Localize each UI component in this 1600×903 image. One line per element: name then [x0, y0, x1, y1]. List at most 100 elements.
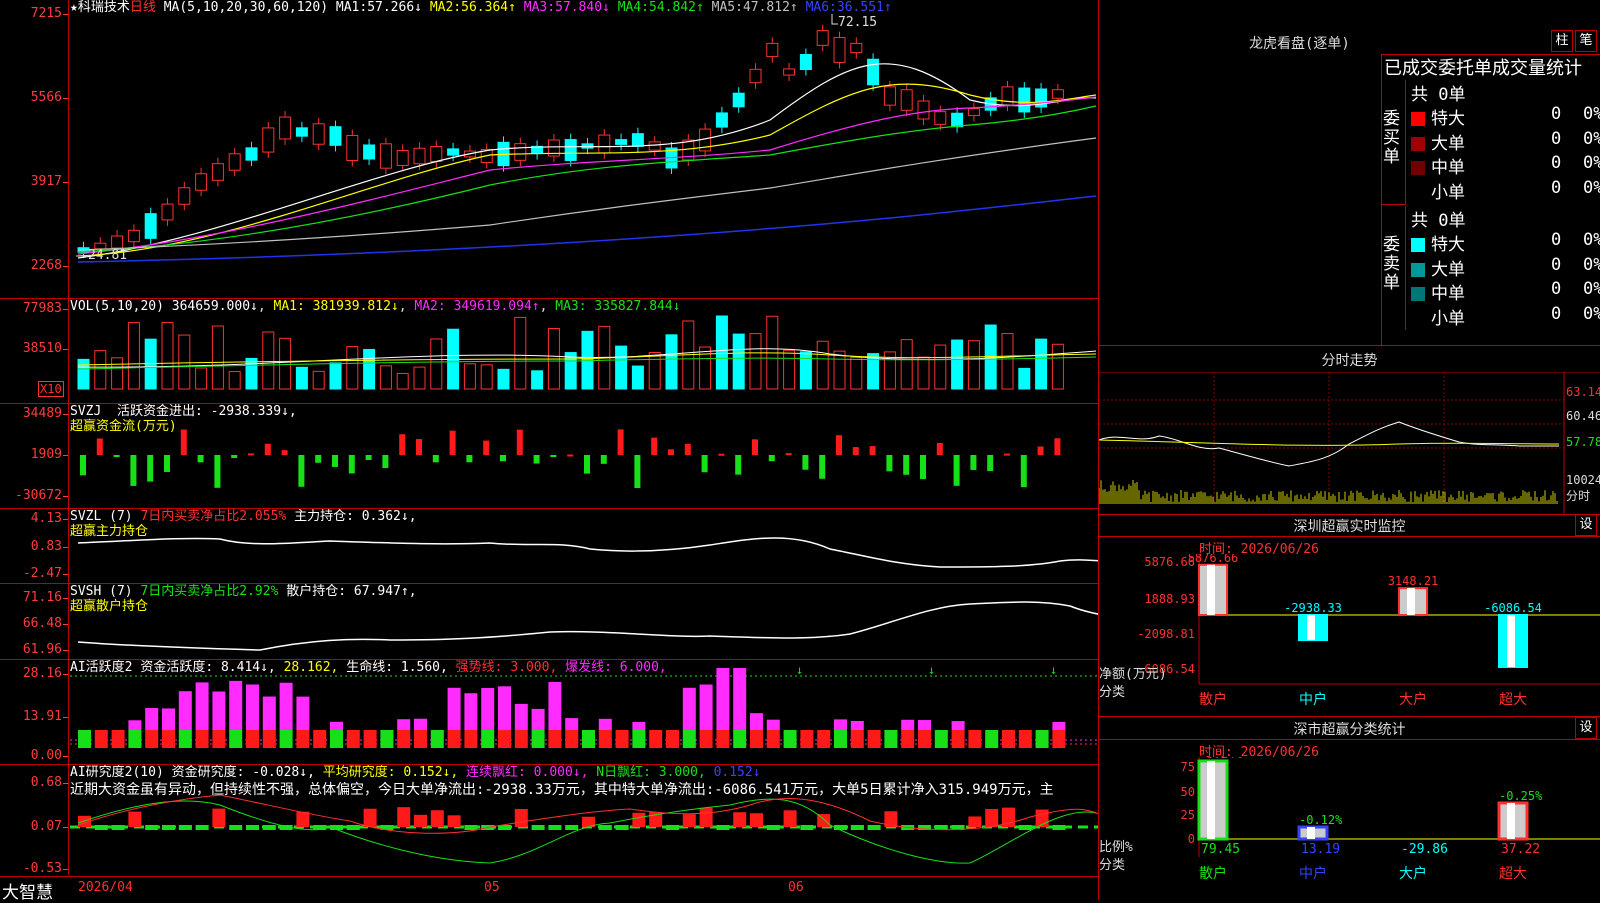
- candle: [732, 92, 745, 108]
- category-label: 大户: [1399, 691, 1427, 708]
- money-flow-bar: [785, 453, 792, 456]
- activity-base-bar: [363, 730, 377, 748]
- research-bar: [212, 808, 226, 827]
- high-price-mark: 72.15: [838, 15, 877, 30]
- bar-view-button[interactable]: 柱: [1551, 30, 1573, 52]
- research-bar: [716, 825, 730, 830]
- volume-bar: [480, 364, 493, 390]
- monitor-panel[interactable]: 深圳超赢实时监控 设 时间: 2026/06/26 5876.66 1888.93…: [1099, 514, 1600, 717]
- vol-tick: 77983: [22, 301, 69, 316]
- activity-base-bar: [598, 730, 612, 748]
- volume-bar: [1001, 333, 1014, 390]
- svzj-axis: 34489 1909 -30672: [0, 404, 69, 508]
- activity-bar: [850, 720, 864, 730]
- ai-research-panel[interactable]: 0.68 0.07 -0.53 AI研究度2(10) 资金研究度: -0.028…: [0, 765, 1098, 875]
- research-bar: [94, 825, 108, 830]
- research-bar: [1052, 825, 1066, 830]
- volume-bar: [715, 315, 728, 390]
- monitor-x-label: 分类: [1099, 685, 1125, 700]
- classify-bar-highlight: [1307, 827, 1315, 839]
- money-flow-bar: [1004, 453, 1010, 456]
- classify-value: -29.86: [1401, 842, 1448, 857]
- ai-activity-axis: 28.16 13.91 0.00: [0, 660, 69, 764]
- dragon-panel[interactable]: 龙虎看盘(逐单) 柱 笔 已成交委托单成交量统计 委买单 共 0单 特大00%大…: [1099, 0, 1600, 345]
- color-swatch: [1411, 185, 1425, 200]
- volume-bar: [1018, 367, 1031, 390]
- research-bar: [145, 825, 159, 830]
- money-flow-bar: [516, 429, 523, 455]
- money-flow-bar: [1020, 455, 1027, 488]
- activity-base-bar: [783, 730, 797, 748]
- classify-panel[interactable]: 深市超赢分类统计 设 时间: 2026/06/26 7550250+0.24%7…: [1099, 717, 1600, 900]
- research-bar: [447, 815, 461, 827]
- monitor-bar-highlight: [1307, 615, 1315, 641]
- activity-base-bar: [279, 730, 293, 748]
- activity-bar: [1052, 721, 1066, 730]
- candle: [1051, 89, 1064, 99]
- money-flow-bar: [147, 455, 154, 482]
- candle: [295, 127, 308, 137]
- classify-title: 深市超赢分类统计: [1293, 722, 1406, 738]
- price-tick: 2268: [30, 258, 69, 273]
- money-flow-bar: [617, 429, 624, 455]
- volume-bar: [934, 344, 947, 390]
- activity-base-bar: [481, 730, 495, 748]
- money-flow-bar: [382, 455, 389, 469]
- money-flow-bar: [819, 455, 826, 479]
- activity-base-bar: [716, 730, 730, 748]
- volume-panel[interactable]: 77983 38510 X10 VOL(5,10,20) 364659.000↓…: [0, 299, 1098, 404]
- activity-base-bar: [111, 730, 125, 748]
- row-count: 0: [1551, 303, 1562, 324]
- candle: [564, 139, 577, 161]
- classify-settings-button[interactable]: 设: [1575, 717, 1597, 739]
- ai-activity-panel[interactable]: 28.16 13.91 0.00 AI活跃度2 资金活跃度: 8.414↓, 2…: [0, 660, 1098, 765]
- money-flow-bar: [113, 455, 120, 457]
- classify-axis-label: 50: [1181, 785, 1195, 799]
- volume-bar: [917, 356, 930, 390]
- tick-view-button[interactable]: 笔: [1575, 30, 1597, 52]
- activity-base-bar: [951, 730, 965, 748]
- classify-value: 79.45: [1201, 842, 1240, 857]
- activity-base-bar: [346, 730, 360, 748]
- candle: [379, 143, 392, 169]
- color-swatch: [1411, 262, 1425, 277]
- monitor-value: 3148.21: [1388, 574, 1439, 588]
- research-bar: [615, 825, 629, 830]
- row-pct: 0%: [1583, 153, 1600, 173]
- svzj-panel[interactable]: 34489 1909 -30672 SVZJ 活跃资金进出: -2938.339…: [0, 404, 1098, 509]
- tick-panel[interactable]: 分时走势 63.14 60.46 57.78 10024 分时: [1099, 345, 1600, 515]
- activity-base-bar: [934, 730, 948, 748]
- svsh-axis: 71.16 66.48 61.96: [0, 584, 69, 659]
- candlestick-chart[interactable]: 72.15 24.81: [70, 0, 1098, 298]
- stats-header: 已成交委托单成交量统计: [1384, 58, 1582, 79]
- monitor-settings-button[interactable]: 设: [1575, 514, 1597, 536]
- volume-bar: [833, 350, 846, 390]
- price-panel[interactable]: 7215 5566 3917 2268 ★科瑞技术日线 MA(5,10,20,3…: [0, 0, 1098, 299]
- research-bar: [632, 812, 646, 827]
- ai2-tick: 0.68: [30, 775, 69, 790]
- activity-base-bar: [78, 730, 91, 748]
- volume-bar: [850, 357, 863, 390]
- money-flow-bar: [886, 455, 893, 472]
- volume-bar: [363, 348, 376, 390]
- svsh-panel[interactable]: 71.16 66.48 61.96 SVSH (7) 7日内买卖净占比2.92%…: [0, 584, 1098, 660]
- activity-bar: [330, 721, 343, 730]
- volume-bar: [497, 368, 510, 390]
- activity-bar: [834, 719, 847, 730]
- activity-base-bar: [750, 730, 763, 748]
- money-flow-bar: [953, 455, 960, 486]
- money-flow-bar: [315, 455, 322, 463]
- volume-bar: [1051, 343, 1064, 390]
- candle: [816, 30, 829, 46]
- money-flow-bar: [180, 429, 187, 455]
- buy-row: 特大 0 0%: [1411, 104, 1600, 129]
- volume-bar: [783, 349, 796, 390]
- category-label: 散户: [1199, 865, 1227, 882]
- activity-base-bar: [817, 730, 831, 748]
- research-bar: [1018, 825, 1032, 830]
- research-bar: [296, 811, 310, 827]
- classify-bar-highlight: [1207, 761, 1215, 839]
- svzl-panel[interactable]: 4.13 0.83 -2.47 SVZL (7) 7日内买卖净占比2.055% …: [0, 509, 1098, 584]
- date-tick: 06: [788, 880, 804, 895]
- candle: [228, 153, 241, 171]
